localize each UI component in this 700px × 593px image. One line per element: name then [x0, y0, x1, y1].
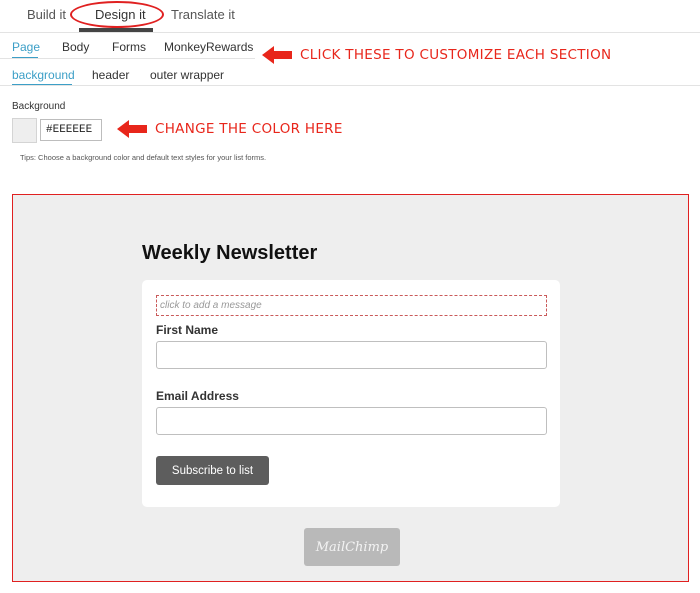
- color-swatch[interactable]: [12, 118, 37, 143]
- element-divider: [0, 85, 700, 86]
- first-name-input[interactable]: [156, 341, 547, 369]
- tab-page[interactable]: Page: [12, 40, 40, 54]
- tab-build-it[interactable]: Build it: [27, 7, 66, 22]
- tab-monkeyrewards[interactable]: MonkeyRewards: [164, 40, 253, 54]
- email-input[interactable]: [156, 407, 547, 435]
- mailchimp-badge[interactable]: MailChimp: [304, 528, 400, 566]
- color-annotation-text: CHANGE THE COLOR HERE: [155, 121, 343, 137]
- top-tab-bar: Build it Design it Translate it: [0, 0, 700, 32]
- sections-annotation: CLICK THESE TO CUSTOMIZE EACH SECTION: [262, 45, 611, 65]
- arrow-left-icon: [117, 120, 147, 138]
- tab-background[interactable]: background: [12, 68, 75, 82]
- tab-translate-it[interactable]: Translate it: [171, 7, 235, 22]
- tab-outer-wrapper[interactable]: outer wrapper: [150, 68, 224, 82]
- section-divider: [0, 58, 255, 59]
- top-divider: [0, 32, 700, 33]
- tips-text: Tips: Choose a background color and defa…: [20, 153, 267, 162]
- message-placeholder[interactable]: click to add a message: [156, 295, 547, 316]
- first-name-label: First Name: [156, 323, 219, 337]
- arrow-left-icon: [262, 46, 292, 64]
- tab-body[interactable]: Body: [62, 40, 89, 54]
- email-label: Email Address: [156, 389, 239, 403]
- background-label: Background: [12, 101, 66, 112]
- highlight-ellipse: [70, 1, 164, 28]
- form-title[interactable]: Weekly Newsletter: [142, 242, 317, 265]
- tab-header[interactable]: header: [92, 68, 129, 82]
- color-hex-input[interactable]: #EEEEEE: [40, 119, 102, 141]
- tab-forms[interactable]: Forms: [112, 40, 146, 54]
- color-annotation: CHANGE THE COLOR HERE: [117, 119, 343, 139]
- sections-annotation-text: CLICK THESE TO CUSTOMIZE EACH SECTION: [300, 47, 612, 63]
- subscribe-button[interactable]: Subscribe to list: [156, 456, 269, 485]
